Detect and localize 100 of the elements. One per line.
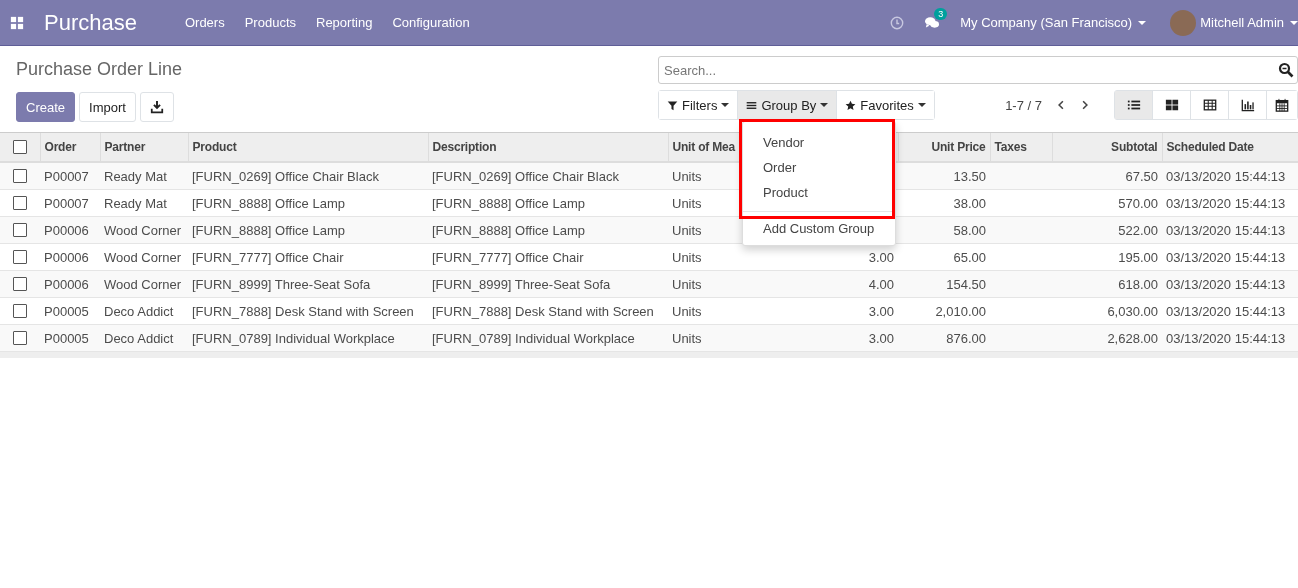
user-name: Mitchell Admin xyxy=(1200,15,1284,30)
table-cell: 67.50 xyxy=(1052,162,1162,190)
column-header[interactable]: Taxes xyxy=(990,133,1052,162)
message-count-badge: 3 xyxy=(934,7,948,20)
table-cell: 2,010.00 xyxy=(898,297,990,325)
column-header[interactable]: Subtotal xyxy=(1052,133,1162,162)
table-cell: 03/13/2020 15:44:13 xyxy=(1162,297,1298,325)
table-cell: 522.00 xyxy=(1052,216,1162,244)
caret-icon xyxy=(1138,20,1147,25)
column-header[interactable]: Partner xyxy=(100,133,188,162)
table-cell: 58.00 xyxy=(898,216,990,244)
table-cell: P00005 xyxy=(40,324,100,352)
table-cell: Ready Mat xyxy=(100,189,188,217)
table-cell: Wood Corner xyxy=(100,270,188,298)
column-header[interactable]: Product xyxy=(188,133,428,162)
row-checkbox[interactable] xyxy=(13,250,27,264)
search-field[interactable]: Search... xyxy=(658,56,1298,84)
chat-bubbles-icon[interactable] xyxy=(924,15,941,30)
table-cell: 38.00 xyxy=(898,189,990,217)
caret-icon xyxy=(1290,20,1298,25)
funnel-icon xyxy=(667,99,678,111)
table-cell: Wood Corner xyxy=(100,216,188,244)
row-checkbox[interactable] xyxy=(13,169,27,183)
table-cell: P00007 xyxy=(40,162,100,190)
table-cell: Units xyxy=(668,324,795,352)
table-cell: 03/13/2020 15:44:13 xyxy=(1162,216,1298,244)
table-cell: 03/13/2020 15:44:13 xyxy=(1162,162,1298,190)
table-cell: [FURN_7888] Desk Stand with Screen xyxy=(188,297,428,325)
page-title: Purchase Order Line xyxy=(16,59,183,80)
table-cell: Wood Corner xyxy=(100,243,188,271)
column-header[interactable]: Unit Price xyxy=(898,133,990,162)
previous-icon[interactable] xyxy=(1056,99,1066,111)
table-cell: 03/13/2020 15:44:13 xyxy=(1162,324,1298,352)
nav-menu-item[interactable]: Reporting xyxy=(306,15,383,30)
table-cell: 3.00 xyxy=(795,324,898,352)
row-checkbox[interactable] xyxy=(13,304,27,318)
table-cell: P00005 xyxy=(40,297,100,325)
table-cell: P00006 xyxy=(40,216,100,244)
table-cell: 618.00 xyxy=(1052,270,1162,298)
app-title: Purchase xyxy=(44,9,137,36)
create-button[interactable]: Create xyxy=(16,92,76,122)
column-header[interactable]: Order xyxy=(40,133,100,162)
grid-icon xyxy=(1164,98,1179,112)
bars-icon xyxy=(746,99,758,111)
table-icon xyxy=(1202,98,1217,112)
row-checkbox[interactable] xyxy=(13,196,27,210)
table-cell: 4.00 xyxy=(795,270,898,298)
table-cell: 03/13/2020 15:44:13 xyxy=(1162,270,1298,298)
calendar-icon xyxy=(1275,98,1289,112)
table-cell: 03/13/2020 15:44:13 xyxy=(1162,243,1298,271)
pager-counter: 1-7 / 7 xyxy=(1005,97,1042,113)
table-cell: Deco Addict xyxy=(100,324,188,352)
table-cell: Deco Addict xyxy=(100,297,188,325)
table-cell: 876.00 xyxy=(898,324,990,352)
nav-menu-item[interactable]: Configuration xyxy=(382,15,480,30)
view-switch-button[interactable] xyxy=(1115,91,1153,119)
table-cell: [FURN_7777] Office Chair xyxy=(428,243,668,271)
next-icon[interactable] xyxy=(1080,99,1090,111)
download-icon xyxy=(149,100,164,114)
table-cell: 6,030.00 xyxy=(1052,297,1162,325)
table-cell: [FURN_8888] Office Lamp xyxy=(428,189,668,217)
table-cell: [FURN_8888] Office Lamp xyxy=(188,216,428,244)
table-cell: [FURN_7888] Desk Stand with Screen xyxy=(428,297,668,325)
star-icon xyxy=(845,99,857,111)
table-cell: [FURN_8888] Office Lamp xyxy=(188,189,428,217)
user-menu[interactable]: Mitchell Admin xyxy=(1170,9,1298,36)
table-cell: Ready Mat xyxy=(100,162,188,190)
table-cell: [FURN_0269] Office Chair Black xyxy=(428,162,668,190)
column-header[interactable]: Scheduled Date xyxy=(1162,133,1298,162)
table-cell: 570.00 xyxy=(1052,189,1162,217)
table-cell: [FURN_8999] Three-Seat Sofa xyxy=(188,270,428,298)
table-cell: Units xyxy=(668,297,795,325)
nav-menu-item[interactable]: Orders xyxy=(174,15,235,30)
select-all-checkbox[interactable] xyxy=(12,140,27,154)
table-cell: [FURN_8999] Three-Seat Sofa xyxy=(428,270,668,298)
nav-menu-item[interactable]: Products xyxy=(234,15,306,30)
table-cell: 2,628.00 xyxy=(1052,324,1162,352)
bar-chart-icon xyxy=(1240,98,1255,112)
search-option-button[interactable]: Group By xyxy=(738,91,838,119)
avatar-placeholder xyxy=(1170,9,1197,36)
import-button[interactable]: Import xyxy=(79,92,136,122)
row-checkbox[interactable] xyxy=(13,331,27,345)
search-option-button[interactable]: Filters xyxy=(659,91,739,119)
table-cell: [FURN_8888] Office Lamp xyxy=(428,216,668,244)
table-cell: [FURN_7777] Office Chair xyxy=(188,243,428,271)
table-cell: Units xyxy=(668,270,795,298)
table-cell: [FURN_0789] Individual Workplace xyxy=(188,324,428,352)
table-cell: [FURN_0269] Office Chair Black xyxy=(188,162,428,190)
row-checkbox[interactable] xyxy=(13,277,27,291)
download-button[interactable] xyxy=(139,92,174,122)
table-cell: 154.50 xyxy=(898,270,990,298)
table-cell: P00007 xyxy=(40,189,100,217)
table-cell: P00006 xyxy=(40,270,100,298)
table-cell: 13.50 xyxy=(898,162,990,190)
apps-menu-icon[interactable] xyxy=(10,15,24,30)
table-cell: [FURN_0789] Individual Workplace xyxy=(428,324,668,352)
row-checkbox[interactable] xyxy=(13,223,27,237)
table-cell: P00006 xyxy=(40,243,100,271)
table-cell: 65.00 xyxy=(898,243,990,271)
column-header[interactable]: Description xyxy=(428,133,668,162)
